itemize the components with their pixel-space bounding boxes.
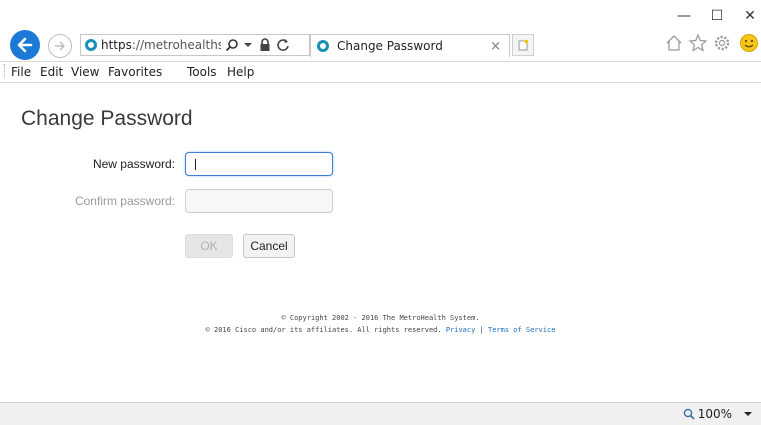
menu-view[interactable]: View [71,65,99,79]
chevron-down-icon[interactable] [243,40,253,50]
new-password-input[interactable] [185,152,333,176]
menu-file[interactable]: File [11,65,31,79]
menu-edit[interactable]: Edit [40,65,63,79]
tab-close-button[interactable]: × [490,39,501,54]
confirm-password-input[interactable] [185,189,333,213]
menu-favorites[interactable]: Favorites [108,65,162,79]
arrow-right-icon [55,41,66,51]
terms-of-service-link[interactable]: Terms of Service [488,326,555,334]
home-icon[interactable] [664,33,684,53]
confirm-password-row: Confirm password: [0,189,175,213]
arrow-left-icon [17,37,33,53]
menu-help[interactable]: Help [227,65,254,79]
zoom-icon [683,408,695,420]
back-button[interactable] [10,30,40,60]
privacy-link[interactable]: Privacy [446,326,476,334]
site-favicon-icon [85,39,97,51]
gear-icon[interactable] [712,33,732,53]
url-scheme: https [101,38,132,52]
forward-button[interactable] [48,34,72,58]
address-url[interactable]: https://metrohealths... [101,38,221,52]
maximize-button[interactable]: ☐ [702,8,732,24]
new-password-label: New password: [92,157,175,171]
confirm-password-label: Confirm password: [74,194,175,208]
search-icon[interactable] [225,38,239,52]
cancel-button[interactable]: Cancel [243,234,295,258]
address-bar[interactable]: https://metrohealths... [80,34,310,56]
new-tab-icon [518,39,529,51]
refresh-icon[interactable] [276,38,290,52]
zoom-control[interactable]: 100% [683,407,753,421]
tab-title: Change Password [337,39,443,53]
status-bar: 100% [0,402,761,425]
cisco-copyright-line: © 2016 Cisco and/or its affiliates. All … [0,326,761,334]
close-button[interactable]: ✕ [735,8,761,24]
text-caret [195,159,196,170]
menu-bar: File Edit View Favorites Tools Help [0,61,761,83]
page-title: Change Password [21,107,193,130]
url-rest: ://metrohealths... [131,38,221,52]
footer-separator: | [479,326,484,334]
lock-icon[interactable] [259,38,271,52]
tab-change-password[interactable]: Change Password × [310,34,510,57]
chevron-down-icon [744,412,752,416]
minimize-button[interactable]: — [669,8,699,24]
new-password-row: New password: [0,152,175,176]
zoom-level: 100% [697,407,732,421]
smiley-feedback-icon[interactable] [737,33,761,53]
menu-tools[interactable]: Tools [187,65,217,79]
new-tab-button[interactable] [512,34,534,56]
ok-button[interactable]: OK [185,234,233,258]
menu-grip [4,64,7,78]
cisco-copyright-text: © 2016 Cisco and/or its affiliates. All … [205,326,442,334]
favorites-star-icon[interactable] [688,33,708,53]
copyright-line: © Copyright 2002 - 2016 The MetroHealth … [281,314,480,322]
tab-favicon-icon [317,40,329,52]
